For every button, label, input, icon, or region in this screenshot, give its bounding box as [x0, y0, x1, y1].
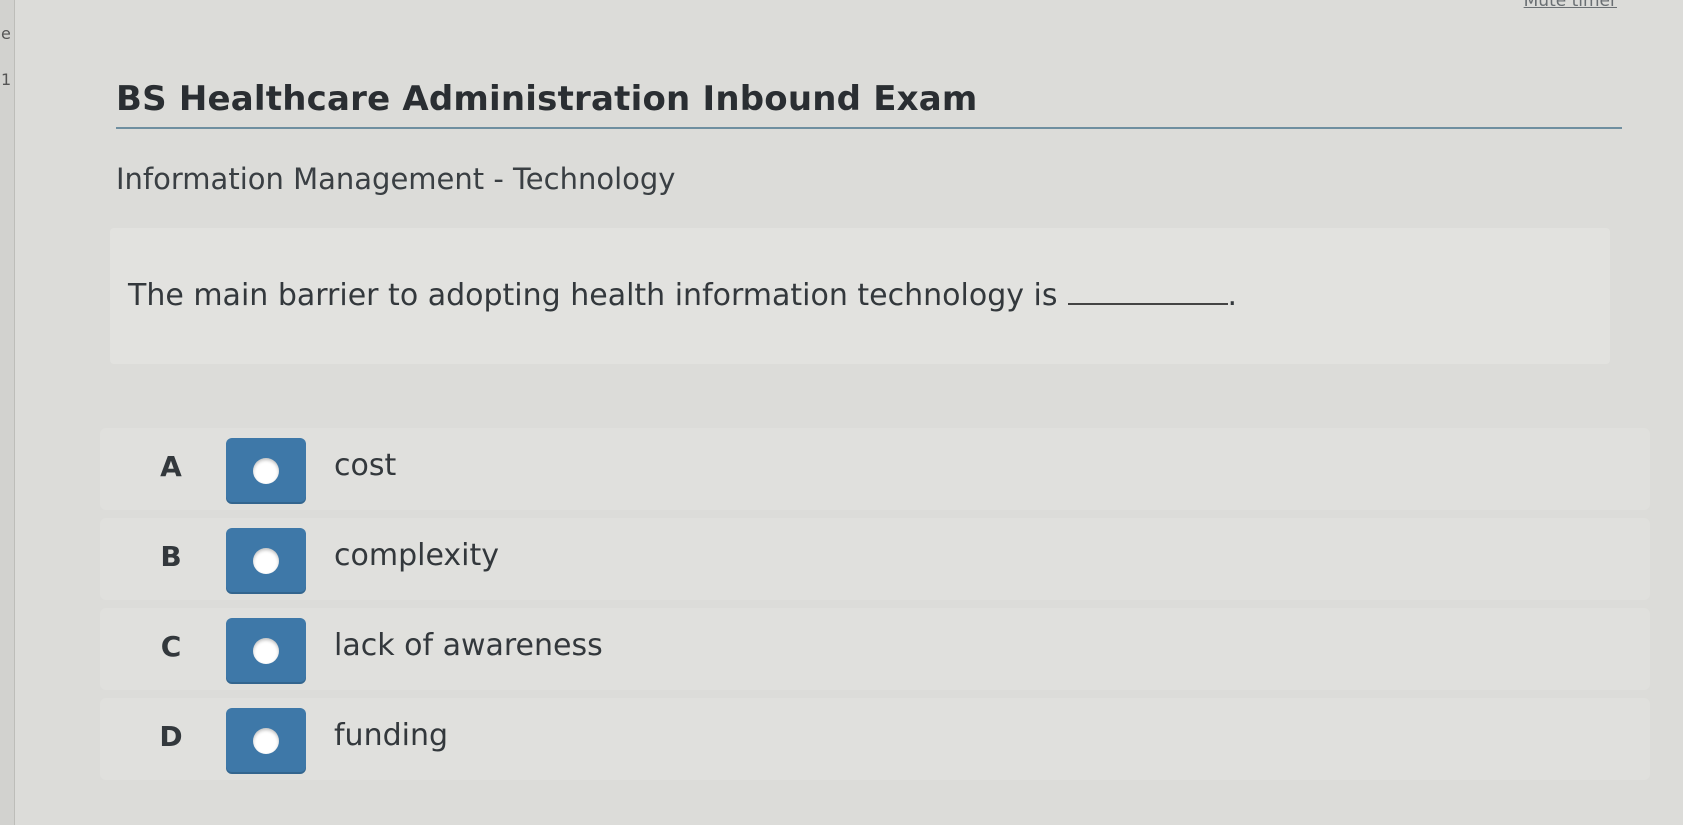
option-c[interactable]: C lack of awareness [100, 608, 1650, 690]
option-label: cost [334, 448, 397, 483]
option-label: lack of awareness [334, 628, 603, 663]
edge-glyph-bracket: 1 [1, 70, 12, 89]
question-text: The main barrier to adopting health info… [128, 278, 1237, 313]
section-label: Information Management - Technology [116, 162, 676, 196]
radio-circle-icon [253, 728, 279, 754]
option-letter: B [160, 540, 182, 573]
radio-circle-icon [253, 638, 279, 664]
title-divider [116, 127, 1622, 129]
option-letter: D [159, 720, 183, 753]
edge-glyph-e: e [1, 24, 11, 43]
left-panel-edge: e 1 [0, 0, 15, 825]
radio-button-c[interactable] [226, 618, 306, 684]
answer-blank [1067, 303, 1228, 305]
option-a[interactable]: A cost [100, 428, 1650, 510]
radio-button-d[interactable] [226, 708, 306, 774]
answer-options: A cost B complexity C lack of awareness … [100, 428, 1650, 788]
radio-circle-icon [253, 458, 279, 484]
mute-timer-link[interactable]: Mute timer [1524, 0, 1617, 11]
radio-circle-icon [253, 548, 279, 574]
page-title: BS Healthcare Administration Inbound Exa… [116, 79, 978, 119]
option-b[interactable]: B complexity [100, 518, 1650, 600]
option-letter: A [160, 450, 182, 483]
option-label: complexity [334, 538, 499, 573]
radio-button-b[interactable] [226, 528, 306, 594]
question-card: The main barrier to adopting health info… [110, 228, 1610, 364]
option-d[interactable]: D funding [100, 698, 1650, 780]
option-letter: C [160, 630, 182, 663]
radio-button-a[interactable] [226, 438, 306, 504]
option-label: funding [334, 718, 449, 753]
question-end-punctuation: . [1227, 278, 1238, 313]
question-stem: The main barrier to adopting health info… [128, 278, 1058, 313]
